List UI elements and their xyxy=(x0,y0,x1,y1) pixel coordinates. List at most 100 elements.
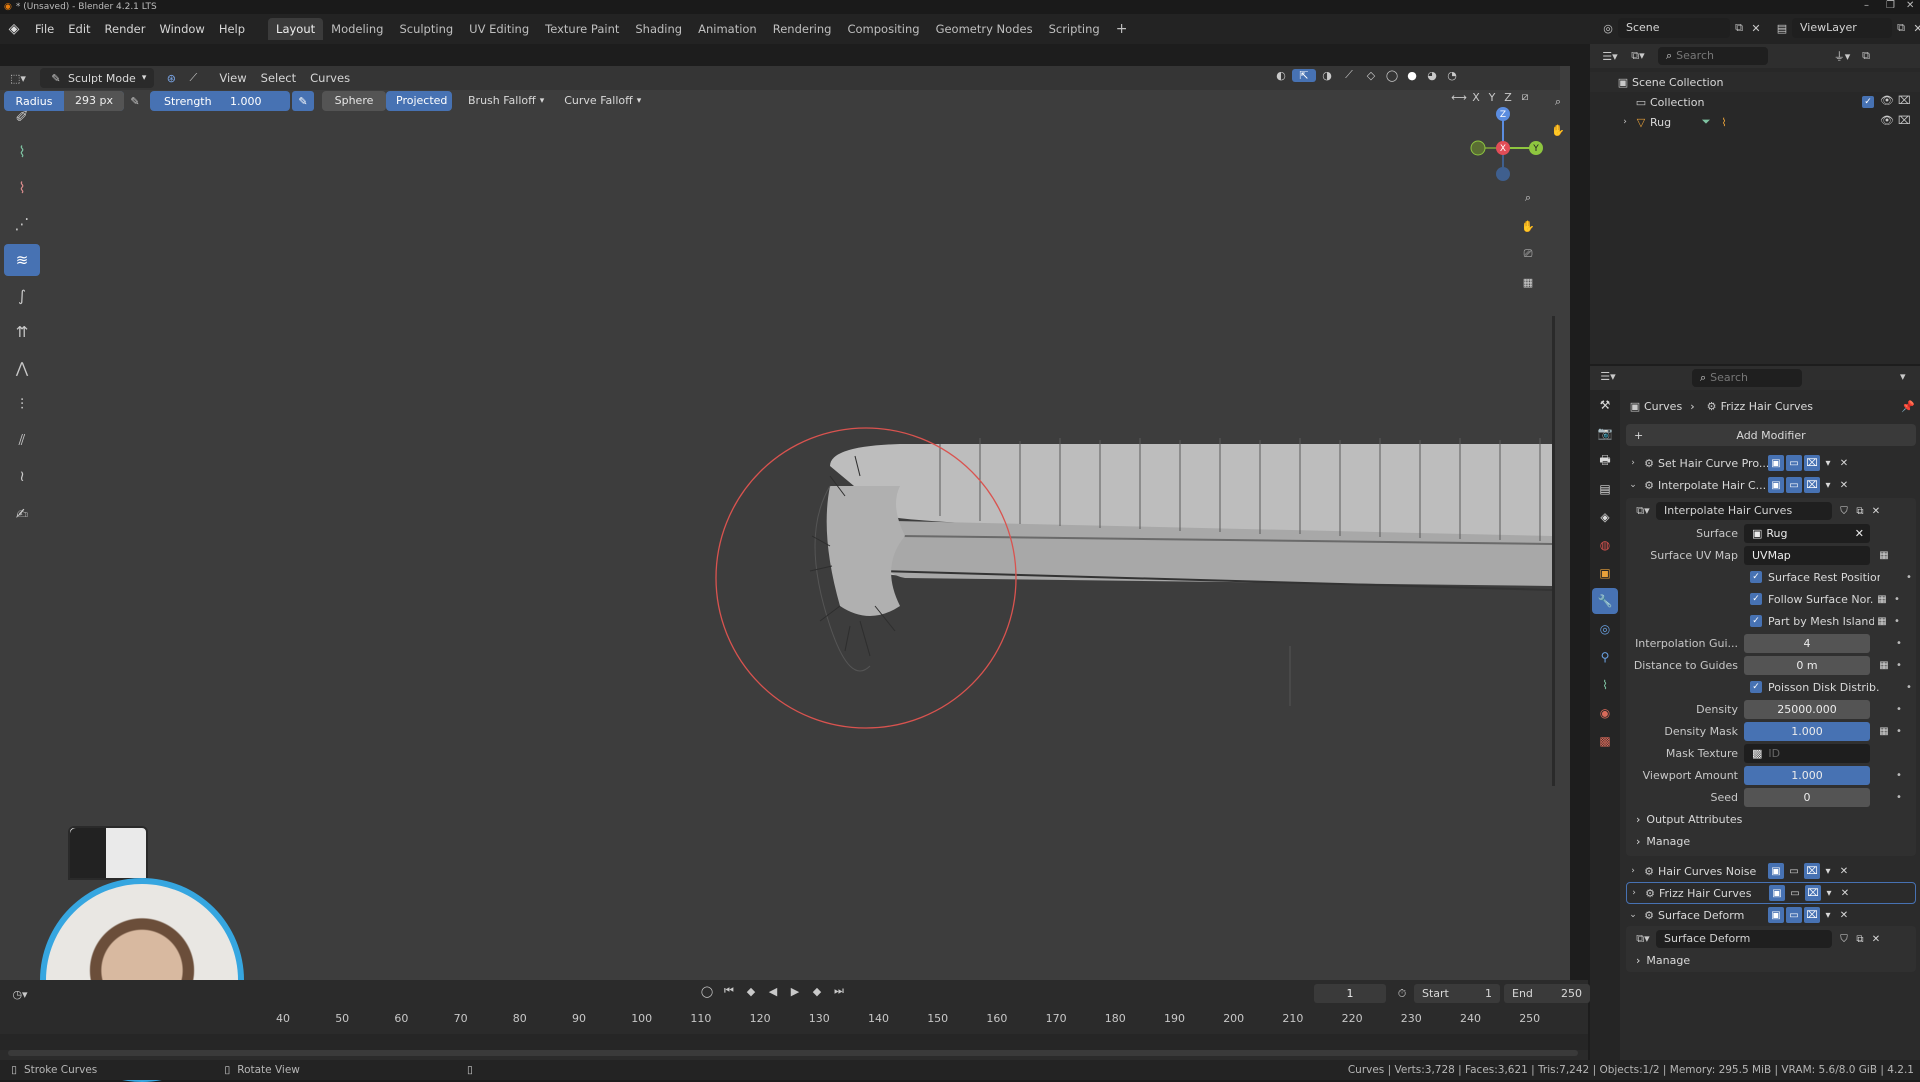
keyframe-dot-icon[interactable]: • xyxy=(1892,726,1906,737)
tree-collection[interactable]: ▭ Collection ✓ 👁 ⌧ xyxy=(1590,92,1920,112)
expand-chevron-icon[interactable]: ⌄ xyxy=(1626,480,1640,490)
keyframe-dot-icon[interactable]: • xyxy=(1892,638,1906,649)
tab-modeling[interactable]: Modeling xyxy=(323,18,391,40)
viewport-display-icon[interactable]: ▭ xyxy=(1787,885,1803,901)
close-icon[interactable]: ✕ xyxy=(1836,477,1852,493)
constraints-tab-icon[interactable]: ⚲ xyxy=(1592,644,1618,670)
close-icon[interactable]: ✕ xyxy=(1836,863,1852,879)
edit-mode-icon[interactable]: ▣ xyxy=(1768,455,1784,471)
tab-scripting[interactable]: Scripting xyxy=(1041,18,1108,40)
modifier-surface-deform[interactable]: ⌄ ⚙ Surface Deform ▣ ▭ ⌧ ▾ ✕ xyxy=(1626,904,1916,926)
camera-icon[interactable]: ⌧ xyxy=(1898,114,1911,127)
modifier-frizz-hair-curves[interactable]: › ⚙ Frizz Hair Curves ▣ ▭ ⌧ ▾ ✕ xyxy=(1626,882,1916,904)
jump-start-icon[interactable]: ⏮ xyxy=(718,984,740,998)
expand-chevron-icon[interactable]: › xyxy=(1618,117,1632,127)
zoom-region-icon[interactable]: ⌕ xyxy=(1544,88,1572,116)
menu-help[interactable]: Help xyxy=(212,18,252,40)
start-frame-field[interactable]: Start 1 xyxy=(1414,984,1500,1003)
view-layer-tab-icon[interactable]: ▤ xyxy=(1592,476,1618,502)
tool-density[interactable]: ⋰ xyxy=(4,208,40,240)
render-display-icon[interactable]: ⌧ xyxy=(1805,885,1821,901)
new-collection-icon[interactable]: ⧉ xyxy=(1856,49,1876,63)
chevron-down-icon[interactable]: ▾ xyxy=(1820,907,1836,923)
stopwatch-icon[interactable]: ⏱ xyxy=(1390,987,1414,1001)
keyframe-dot-icon[interactable]: • xyxy=(1892,792,1906,803)
material-tab-icon[interactable]: ◉ xyxy=(1592,700,1618,726)
minimize-button[interactable]: – xyxy=(1864,0,1869,11)
strength-pen-pressure-icon[interactable]: ✎ xyxy=(292,91,314,111)
tool-puff[interactable]: ⫶ xyxy=(4,388,40,420)
wireframe-icon[interactable]: ◇ xyxy=(1360,69,1382,82)
tool-add[interactable]: ⌇ xyxy=(4,136,40,168)
prev-keyframe-icon[interactable]: ◆ xyxy=(740,985,762,998)
object-tab-icon[interactable]: ▣ xyxy=(1592,560,1618,586)
output-tab-icon[interactable]: 🖶 xyxy=(1592,448,1618,474)
pan-hand-icon[interactable]: ✋ xyxy=(1514,212,1542,240)
3d-viewport[interactable]: ⬚▾ ✎ Sculpt Mode ▾ ⊛ ⟋ View Select Curve… xyxy=(0,66,1572,1082)
render-tab-icon[interactable]: 📷 xyxy=(1592,420,1618,446)
fake-user-icon[interactable]: ⛉ xyxy=(1836,503,1852,519)
end-frame-field[interactable]: End 250 xyxy=(1504,984,1590,1003)
camera-icon[interactable]: ⌧ xyxy=(1898,94,1911,107)
eye-icon[interactable]: 👁 xyxy=(1880,94,1894,107)
edit-mode-icon[interactable]: ▣ xyxy=(1768,863,1784,879)
tab-sculpting[interactable]: Sculpting xyxy=(391,18,461,40)
scene-tab-icon[interactable]: ◈ xyxy=(1592,504,1618,530)
keyframe-dot-icon[interactable]: • xyxy=(1902,572,1916,583)
next-keyframe-icon[interactable]: ◆ xyxy=(806,985,828,998)
editor-type-icon[interactable]: ⬚▾ xyxy=(0,72,36,85)
density-field[interactable]: 25000.000 xyxy=(1744,699,1870,719)
clear-icon[interactable]: ✕ xyxy=(1855,524,1864,543)
expand-chevron-icon[interactable]: › xyxy=(1626,866,1640,876)
timeline[interactable]: ◷▾ ◯ ⏮ ◆ ◀ ▶ ◆ ⏭ 1 ⏱ Start 1 End 250 40 5… xyxy=(0,980,1590,1064)
tab-geometry-nodes[interactable]: Geometry Nodes xyxy=(928,18,1041,40)
part-by-mesh-islands-checkbox[interactable]: ✓ xyxy=(1750,615,1762,627)
tool-annotate[interactable]: ✍ xyxy=(4,498,40,530)
menu-edit[interactable]: Edit xyxy=(61,18,97,40)
density-mask-field[interactable]: 1.000 xyxy=(1744,721,1870,741)
tool-grow-shrink[interactable]: ⇈ xyxy=(4,316,40,348)
edit-mode-icon[interactable]: ▣ xyxy=(1768,907,1784,923)
maximize-button[interactable]: ❐ xyxy=(1886,0,1895,11)
tab-texture-paint[interactable]: Texture Paint xyxy=(537,18,627,40)
tab-uv-editing[interactable]: UV Editing xyxy=(461,18,537,40)
timeline-editor-icon[interactable]: ◷▾ xyxy=(8,988,32,1001)
play-reverse-icon[interactable]: ◀ xyxy=(762,985,784,998)
keyframe-dot-icon[interactable]: • xyxy=(1902,682,1916,693)
viewlayer-icon[interactable]: ▤ xyxy=(1772,22,1792,35)
viewport-amount-field[interactable]: 1.000 xyxy=(1744,765,1870,785)
tool-smooth[interactable]: ⫽ xyxy=(4,424,40,456)
timeline-scrollbar[interactable] xyxy=(8,1050,1578,1056)
outliner-search[interactable]: ⌕ Search xyxy=(1658,47,1768,65)
viewport-display-icon[interactable]: ▭ xyxy=(1786,863,1802,879)
poisson-disk-row[interactable]: ✓ Poisson Disk Distrib... • xyxy=(1626,676,1916,698)
chevron-down-icon[interactable]: ▾ xyxy=(1821,885,1837,901)
attribute-toggle-icon[interactable]: ▦ xyxy=(1874,613,1890,629)
surface-rest-position-checkbox[interactable]: ✓ xyxy=(1750,571,1762,583)
xray-icon[interactable]: ⟋ xyxy=(1338,68,1360,82)
distance-to-guides-field[interactable]: 0 m xyxy=(1744,655,1870,675)
poisson-disk-checkbox[interactable]: ✓ xyxy=(1750,681,1762,693)
current-frame-field[interactable]: 1 xyxy=(1314,984,1386,1003)
auto-keying-icon[interactable]: ◯ xyxy=(696,985,718,998)
tool-delete[interactable]: ⌇ xyxy=(4,172,40,204)
add-modifier-button[interactable]: + Add Modifier xyxy=(1626,424,1916,446)
brush-falloff-dropdown[interactable]: Brush Falloff ▾ xyxy=(458,91,554,111)
follow-surface-normal-row[interactable]: ✓ Follow Surface Nor... ▦ • xyxy=(1626,588,1916,610)
attribute-toggle-icon[interactable]: ▦ xyxy=(1876,723,1892,739)
render-display-icon[interactable]: ⌧ xyxy=(1804,863,1820,879)
chevron-down-icon[interactable]: ▾ xyxy=(1900,370,1906,383)
menu-file[interactable]: File xyxy=(28,18,61,40)
remove-scene-icon[interactable]: ✕ xyxy=(1748,22,1764,35)
tool-selection[interactable]: ✐ xyxy=(4,100,40,132)
keyframe-dot-icon[interactable]: • xyxy=(1890,594,1904,605)
viewport-scrollbar[interactable] xyxy=(1552,316,1555,786)
menu-render[interactable]: Render xyxy=(98,18,153,40)
mask-texture-field[interactable]: ▩ ID xyxy=(1744,743,1870,763)
properties-editor-icon[interactable]: ☰▾ xyxy=(1596,370,1620,383)
seed-field[interactable]: 0 xyxy=(1744,787,1870,807)
uvmap-field[interactable]: UVMap xyxy=(1744,545,1870,565)
modifiers-tab-icon[interactable]: 🔧 xyxy=(1592,588,1618,614)
fake-user-icon[interactable]: ⛉ xyxy=(1836,931,1852,947)
falloff-projected-button[interactable]: Projected xyxy=(386,91,452,111)
